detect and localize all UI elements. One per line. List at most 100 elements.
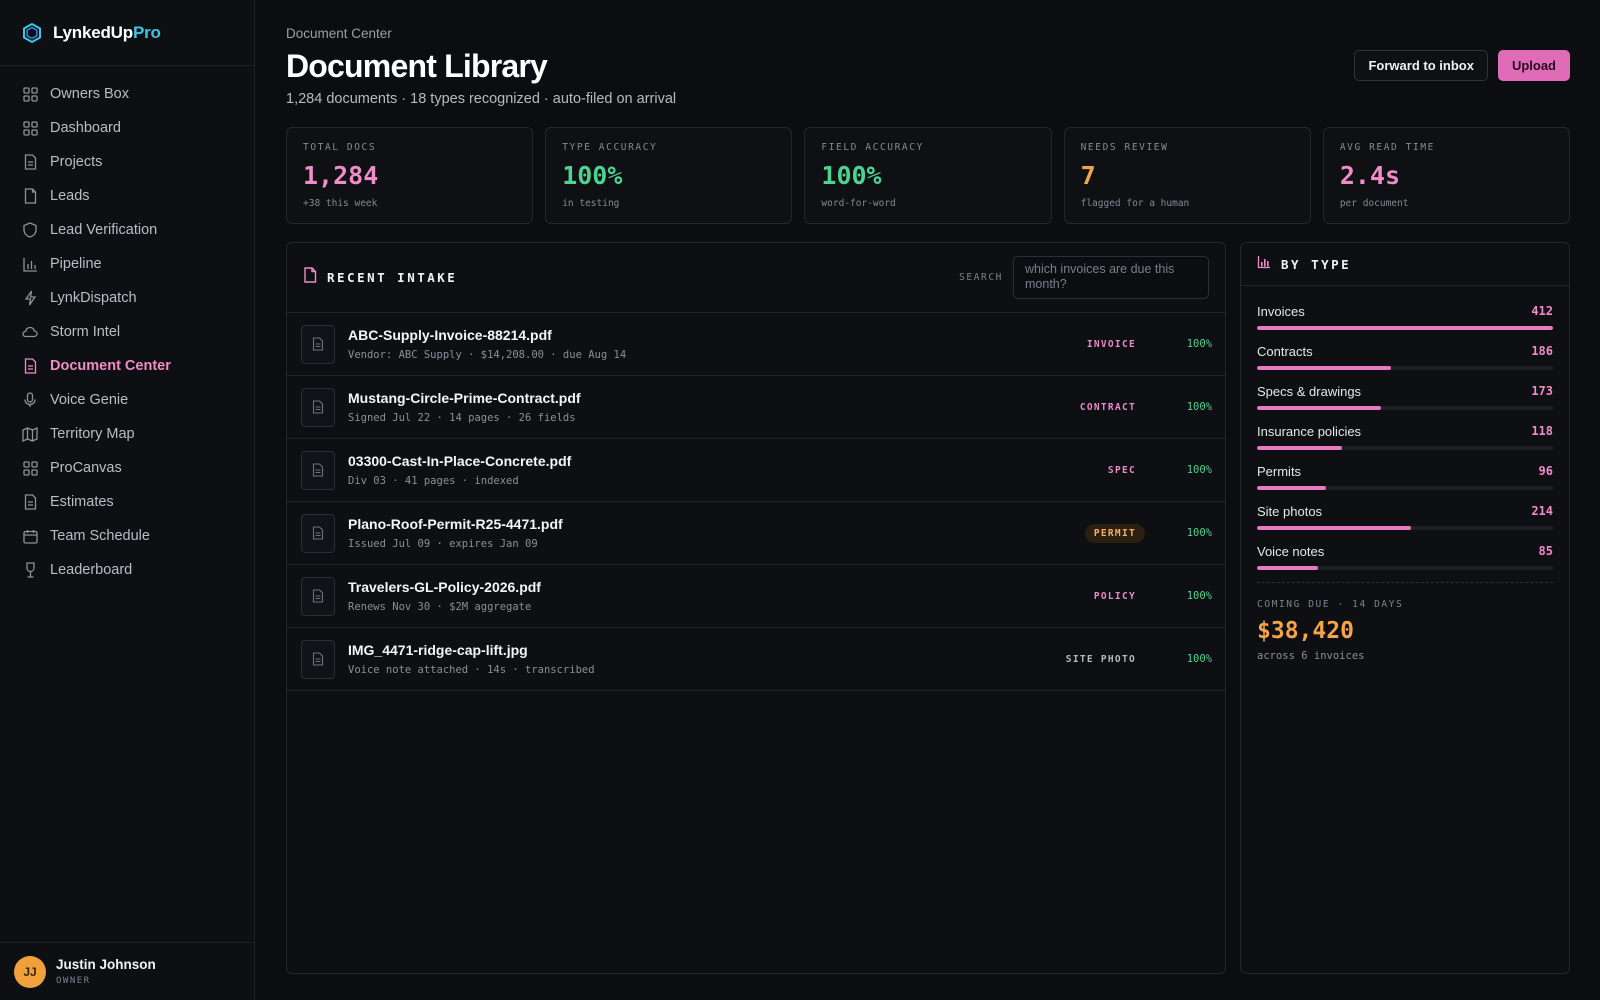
stat-label: FIELD ACCURACY bbox=[821, 142, 924, 153]
user-profile[interactable]: JJ Justin Johnson OWNER bbox=[0, 942, 255, 1000]
sidebar-item-label: Voice Genie bbox=[50, 392, 129, 408]
document-type-badge: INVOICE bbox=[1086, 338, 1136, 350]
document-row[interactable]: 03300-Cast-In-Place-Concrete.pdf Div 03 ·… bbox=[287, 439, 1225, 502]
type-row-specs-drawings[interactable]: Specs & drawings 173 bbox=[1257, 382, 1553, 410]
coming-due-label: COMING DUE · 14 DAYS bbox=[1257, 599, 1404, 610]
document-row[interactable]: Plano-Roof-Permit-R25-4471.pdf Issued Jul… bbox=[287, 502, 1225, 565]
sidebar-item-team-schedule[interactable]: Team Schedule bbox=[0, 519, 254, 553]
document-name[interactable]: Travelers-GL-Policy-2026.pdf bbox=[348, 579, 541, 595]
document-type-badge: POLICY bbox=[1093, 590, 1136, 602]
sidebar-item-storm-intel[interactable]: Storm Intel bbox=[0, 315, 254, 349]
recent-intake-title: RECENT INTAKE bbox=[327, 270, 458, 285]
shield-icon bbox=[22, 222, 38, 238]
type-bar-fill bbox=[1257, 326, 1553, 330]
sidebar-item-lead-verification[interactable]: Lead Verification bbox=[0, 213, 254, 247]
user-role: OWNER bbox=[56, 976, 91, 986]
document-row[interactable]: IMG_4471-ridge-cap-lift.jpg Voice note at… bbox=[287, 628, 1225, 691]
sidebar-item-pipeline[interactable]: Pipeline bbox=[0, 247, 254, 281]
type-name: Site photos bbox=[1257, 503, 1323, 519]
file-thumbnail-icon bbox=[301, 450, 335, 490]
document-accuracy: 100% bbox=[1186, 401, 1212, 413]
sidebar-item-label: Dashboard bbox=[50, 120, 121, 136]
sidebar-item-leads[interactable]: Leads bbox=[0, 179, 254, 213]
map-icon bbox=[22, 426, 38, 442]
header-actions: Forward to inbox Upload bbox=[1354, 50, 1570, 81]
type-bar-fill bbox=[1257, 406, 1382, 410]
sidebar-item-document-center[interactable]: Document Center bbox=[0, 349, 254, 383]
sidebar-item-territory-map[interactable]: Territory Map bbox=[0, 417, 254, 451]
type-name: Contracts bbox=[1257, 343, 1313, 359]
sidebar-item-label: Territory Map bbox=[50, 426, 135, 442]
sidebar-item-label: Document Center bbox=[50, 358, 171, 374]
stat-value: 7 bbox=[1080, 161, 1096, 190]
type-count: 214 bbox=[1531, 504, 1553, 518]
document-accuracy: 100% bbox=[1186, 338, 1212, 350]
hexagon-logo-icon bbox=[21, 22, 43, 44]
sidebar-item-label: ProCanvas bbox=[50, 460, 122, 476]
document-row[interactable]: Travelers-GL-Policy-2026.pdf Renews Nov 3… bbox=[287, 565, 1225, 628]
sidebar-nav: Owners Box Dashboard Projects Leads Lead Ver… bbox=[0, 66, 254, 587]
microphone-icon bbox=[22, 392, 38, 408]
sidebar-item-projects[interactable]: Projects bbox=[0, 145, 254, 179]
document-accuracy: 100% bbox=[1186, 527, 1212, 539]
cloud-icon bbox=[22, 324, 38, 340]
grid-icon bbox=[22, 86, 38, 102]
sidebar-item-procanvas[interactable]: ProCanvas bbox=[0, 451, 254, 485]
document-name[interactable]: ABC-Supply-Invoice-88214.pdf bbox=[348, 327, 626, 343]
forward-to-inbox-button[interactable]: Forward to inbox bbox=[1354, 50, 1488, 81]
brand[interactable]: LynkedUpPro bbox=[0, 0, 254, 66]
type-name: Permits bbox=[1257, 463, 1302, 479]
sidebar-item-voice-genie[interactable]: Voice Genie bbox=[0, 383, 254, 417]
breadcrumb[interactable]: Document Center bbox=[286, 26, 392, 41]
type-row-insurance-policies[interactable]: Insurance policies 118 bbox=[1257, 422, 1553, 450]
sidebar-item-estimates[interactable]: Estimates bbox=[0, 485, 254, 519]
type-row-contracts[interactable]: Contracts 186 bbox=[1257, 342, 1553, 370]
document-meta: Issued Jul 09 · expires Jan 09 bbox=[348, 538, 538, 550]
page-subtitle: 1,284 documents · 18 types recognized · … bbox=[286, 91, 677, 107]
document-name[interactable]: 03300-Cast-In-Place-Concrete.pdf bbox=[348, 453, 571, 469]
file-thumbnail-icon bbox=[301, 513, 335, 553]
coming-due-amount: $38,420 bbox=[1257, 618, 1354, 644]
document-type-badge: PERMIT bbox=[1084, 523, 1145, 543]
sidebar-item-lynkdispatch[interactable]: LynkDispatch bbox=[0, 281, 254, 315]
type-row-permits[interactable]: Permits 96 bbox=[1257, 462, 1553, 490]
sidebar-item-label: Leads bbox=[50, 188, 90, 204]
type-name: Voice notes bbox=[1257, 543, 1325, 559]
document-meta: Signed Jul 22 · 14 pages · 26 fields bbox=[348, 412, 576, 424]
by-type-title: BY TYPE bbox=[1281, 256, 1352, 272]
document-name[interactable]: Mustang-Circle-Prime-Contract.pdf bbox=[348, 390, 581, 406]
sidebar-item-dashboard[interactable]: Dashboard bbox=[0, 111, 254, 145]
type-bar-fill bbox=[1257, 366, 1391, 370]
bar-chart-icon bbox=[22, 256, 38, 272]
document-row[interactable]: Mustang-Circle-Prime-Contract.pdf Signed … bbox=[287, 376, 1225, 439]
sidebar: LynkedUpPro Owners Box Dashboard Projects L… bbox=[0, 0, 255, 1000]
document-name[interactable]: IMG_4471-ridge-cap-lift.jpg bbox=[348, 642, 595, 658]
sidebar-item-owners-box[interactable]: Owners Box bbox=[0, 77, 254, 111]
stat-note: flagged for a human bbox=[1080, 198, 1190, 209]
document-row[interactable]: ABC-Supply-Invoice-88214.pdf Vendor: ABC … bbox=[287, 313, 1225, 376]
document-icon bbox=[22, 358, 38, 374]
trophy-icon bbox=[22, 562, 38, 578]
type-bar-fill bbox=[1257, 486, 1326, 490]
bar-chart-icon bbox=[1257, 255, 1271, 274]
stat-label: AVG READ TIME bbox=[1339, 142, 1435, 153]
calendar-icon bbox=[22, 528, 38, 544]
document-name[interactable]: Plano-Roof-Permit-R25-4471.pdf bbox=[348, 516, 563, 532]
type-bar-track bbox=[1257, 366, 1553, 370]
document-accuracy: 100% bbox=[1186, 590, 1212, 602]
stat-label: TOTAL DOCS bbox=[303, 142, 377, 153]
stat-card-type-accuracy: TYPE ACCURACY 100% in testing bbox=[545, 127, 793, 224]
avatar: JJ bbox=[14, 955, 46, 988]
sidebar-item-leaderboard[interactable]: Leaderboard bbox=[0, 553, 254, 587]
type-row-voice-notes[interactable]: Voice notes 85 bbox=[1257, 542, 1553, 570]
upload-button[interactable]: Upload bbox=[1497, 50, 1570, 81]
stat-value: 1,284 bbox=[303, 161, 379, 190]
recent-intake-header: RECENT INTAKE SEARCH bbox=[287, 243, 1225, 313]
type-row-site-photos[interactable]: Site photos 214 bbox=[1257, 502, 1553, 530]
search-input[interactable] bbox=[1013, 256, 1209, 299]
type-row-invoices[interactable]: Invoices 412 bbox=[1257, 302, 1553, 330]
sidebar-item-label: Storm Intel bbox=[50, 324, 121, 340]
document-accuracy: 100% bbox=[1186, 464, 1212, 476]
type-name: Insurance policies bbox=[1257, 423, 1362, 439]
sidebar-item-label: Lead Verification bbox=[50, 222, 158, 238]
